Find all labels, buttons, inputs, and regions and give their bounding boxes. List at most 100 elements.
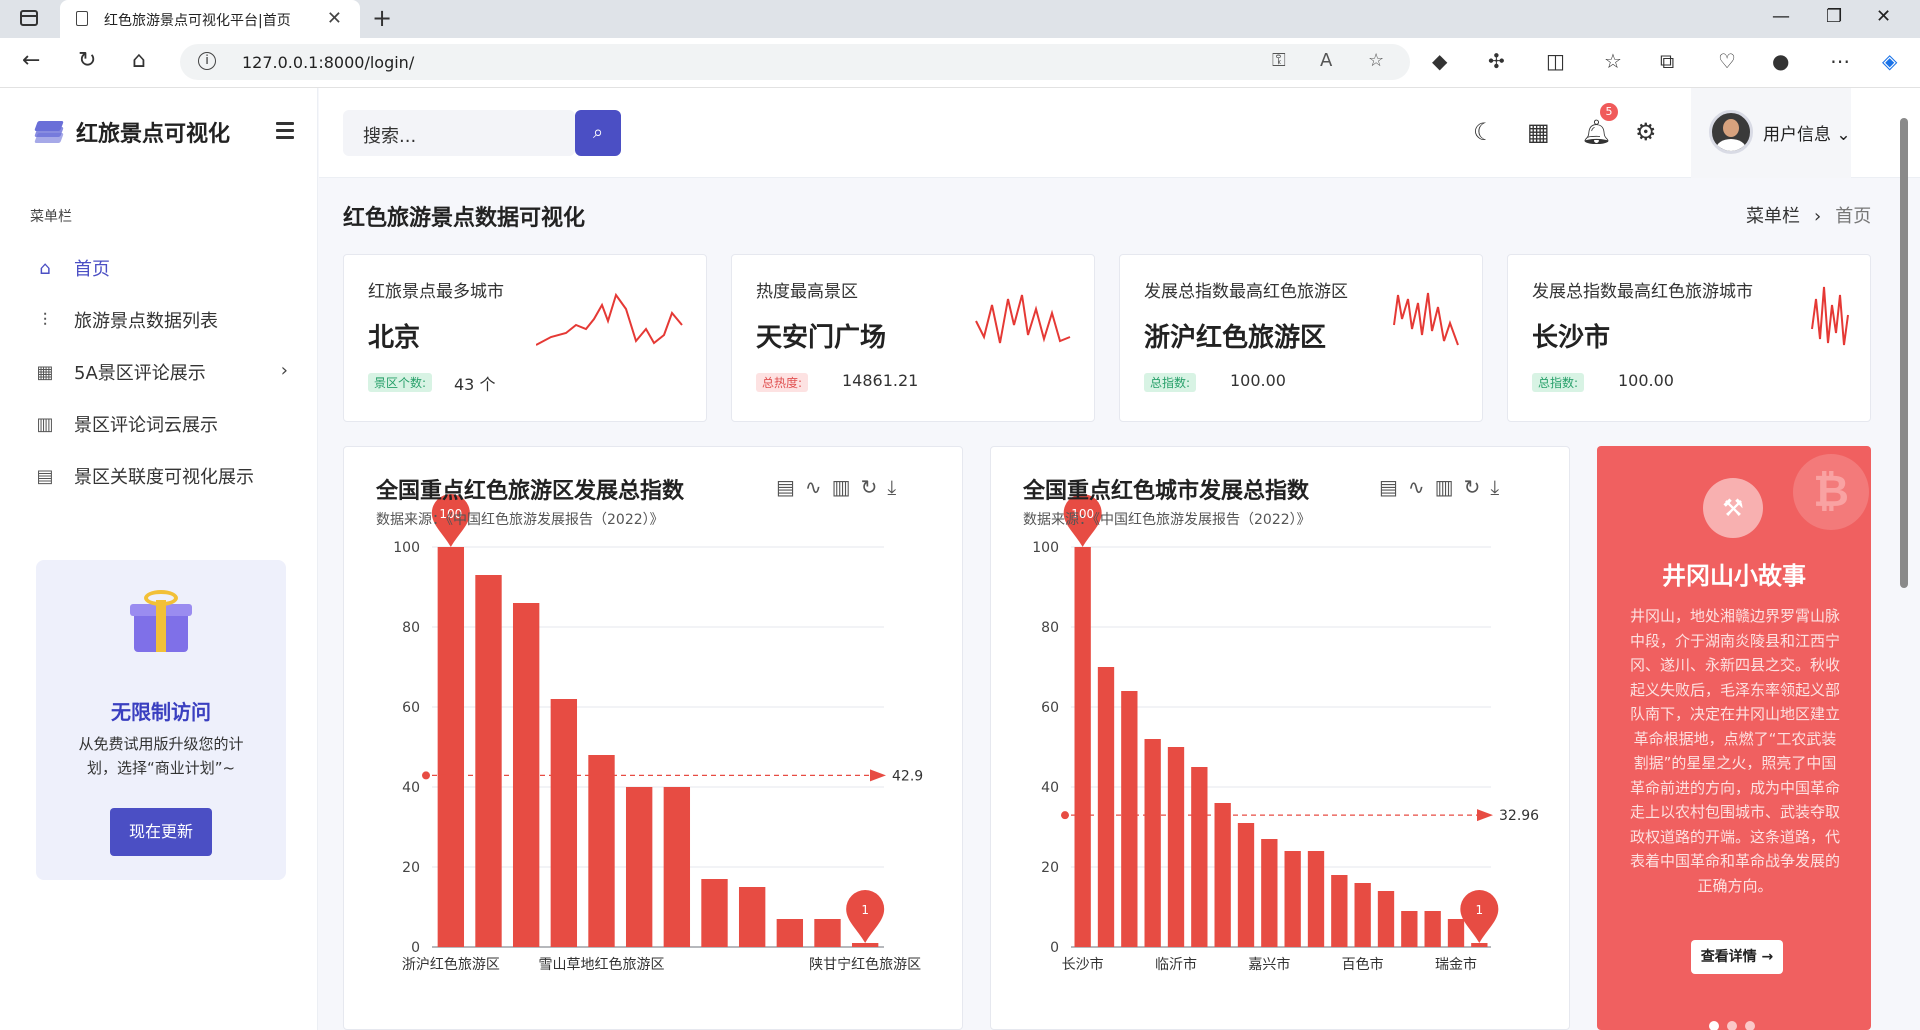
x-tick-label: 临沂市 [1155,956,1197,973]
sliders-icon: ⫶ [42,309,48,331]
bar [1471,943,1488,947]
x-tick-label: 长沙市 [1062,956,1104,973]
sidebar-item-wordcloud[interactable]: ▥ 景区评论词云展示 [0,398,318,450]
minimize-icon[interactable]: — [1772,6,1790,27]
home-browser-icon[interactable]: ⌂ [132,48,146,73]
line-switch-icon[interactable]: ∿ [805,475,832,499]
y-tick-label: 100 [393,540,420,556]
card-label: 发展总指数最高红色旅游城市 [1532,282,1753,302]
view-details-button[interactable]: 查看详情 → [1691,940,1783,974]
sidebar-item-relevance[interactable]: ▤ 景区关联度可视化展示 [0,450,318,502]
bell-icon[interactable]: 🔔︎ [1581,118,1611,146]
copilot-icon[interactable]: ◈ [1882,49,1897,73]
y-tick-label: 60 [402,700,420,716]
sidebar-item-home[interactable]: ⌂ 首页 [0,242,318,294]
bar [701,879,728,947]
key-icon[interactable]: ⚿ [1272,50,1286,71]
back-icon[interactable]: ← [22,48,40,73]
data-view-icon[interactable]: ▤ [1379,475,1408,499]
browser-tab[interactable]: 红色旅游景点可视化平台|首页 ✕ [60,0,360,38]
gavel-icon: ⚒ [1703,478,1763,538]
close-window-icon[interactable]: ✕ [1876,6,1891,27]
y-tick-label: 80 [402,620,420,636]
y-tick-label: 0 [411,940,420,956]
restore-icon[interactable]: ↻ [1464,475,1491,499]
bar-chart-cities: 020406080100长沙市 临沂市 嘉兴市 百色市 瑞金市32.961001 [1032,493,1539,973]
sparkline [1811,286,1849,346]
card-value: 北京 [368,323,421,353]
split-screen-icon[interactable]: ◫ [1546,49,1565,73]
bar [1237,823,1255,947]
chart-subtitle: 数据来源：《中国红色旅游发展报告（2022）》 [376,512,664,528]
sidebar-menu: ⌂ 首页 ⫶ 旅游景点数据列表 ▦ 5A景区评论展示 › ▥ 景区评论词云展示 … [0,242,318,502]
notification-badge: 5 [1600,103,1618,121]
puzzle-icon[interactable]: ✣ [1488,49,1505,73]
bar [625,787,653,947]
chart-subtitle: 数据来源：《中国红色旅游发展报告（2022）》 [1023,512,1311,528]
promo-title: 无限制访问 [111,700,211,724]
url-field[interactable]: i 127.0.0.1:8000/login/ ⚿ A ☆ [180,44,1410,80]
refresh-icon[interactable]: ↻ [78,48,96,73]
bar [1191,767,1208,947]
bar-switch-icon[interactable]: ▥ [832,475,861,499]
sidebar-item-label: 景区评论词云展示 [74,415,218,436]
data-view-icon[interactable]: ▤ [776,475,805,499]
card-number: 100.00 [1230,371,1286,390]
url-text: 127.0.0.1:8000/login/ [242,53,415,72]
min-marker-label: 1 [861,903,869,917]
window-menu-icon[interactable] [20,10,38,26]
performance-icon[interactable]: ♡ [1718,49,1736,73]
x-tick-label: 嘉兴市 [1248,956,1290,973]
search-button[interactable]: ⌕ [575,110,621,156]
map-icon: ▥ [36,413,54,435]
apps-grid-icon[interactable]: ▦ [1527,118,1550,146]
average-line-arrow [870,769,886,782]
sidebar: 红旅景点可视化 菜单栏 ⌂ 首页 ⫶ 旅游景点数据列表 ▦ 5A景区评论展示 ›… [0,88,318,1030]
bar-switch-icon[interactable]: ▥ [1435,475,1464,499]
upgrade-button[interactable]: 现在更新 [110,808,212,856]
new-tab-icon[interactable]: + [372,4,392,32]
sidebar-item-5a-comments[interactable]: ▦ 5A景区评论展示 › [0,346,318,398]
promo-card: 无限制访问 从免费试用版升级您的计划，选择“商业计划”~ 现在更新 [36,560,286,880]
bar [1307,851,1325,947]
bar [1097,667,1115,947]
hamburger-menu-icon[interactable] [276,122,294,143]
avatar [1709,110,1753,154]
read-aloud-icon[interactable]: A [1320,50,1332,71]
more-icon[interactable]: ⋯ [1830,49,1850,73]
sidebar-item-label: 景区关联度可视化展示 [74,467,254,488]
y-tick-label: 40 [402,780,420,796]
maximize-icon[interactable]: ❐ [1826,6,1842,27]
brand[interactable]: 红旅景点可视化 [34,116,230,148]
search-input[interactable]: 搜索... [343,110,575,156]
favorites-icon[interactable]: ☆ [1604,49,1622,73]
extension-icon[interactable]: ◆ [1432,49,1447,73]
bar [738,887,766,947]
download-icon[interactable]: ⤓ [887,475,906,499]
collections-icon[interactable]: ⧉ [1660,49,1674,73]
breadcrumb: 菜单栏 › 首页 [1746,206,1872,227]
site-info-icon[interactable]: i [198,52,216,70]
breadcrumb-current: 首页 [1835,206,1872,227]
carousel-dots[interactable] [1709,1016,1763,1030]
tab-close-icon[interactable]: ✕ [327,8,342,29]
restore-icon[interactable]: ↻ [861,475,888,499]
favorite-star-icon[interactable]: ☆ [1368,50,1384,71]
sidebar-item-data-list[interactable]: ⫶ 旅游景点数据列表 [0,294,318,346]
card-tag: 总指数: [1144,373,1197,392]
chart-panel-regions: 0 20 40 60 80 100 浙沪红色旅游区 雪山草地红色旅游区 陕甘宁红色旅游区 42.9… [343,446,963,1030]
line-switch-icon[interactable]: ∿ [1408,475,1435,499]
y-tick-label: 100 [1032,540,1059,556]
story-title: 井冈山小故事 [1662,562,1806,590]
sidebar-item-label: 首页 [74,259,110,280]
settings-gear-icon[interactable]: ⚙ [1635,118,1657,146]
page-scrollbar[interactable] [1898,98,1910,1018]
bar [1121,691,1138,947]
dark-mode-icon[interactable]: ☾ [1473,118,1495,146]
bar [550,699,578,947]
user-menu[interactable]: 用户信息 ⌄ [1691,88,1851,178]
download-icon[interactable]: ⤓ [1490,475,1509,499]
breadcrumb-menu[interactable]: 菜单栏 [1746,206,1800,227]
promo-description: 从免费试用版升级您的计划，选择“商业计划”~ [78,735,244,777]
profile-icon[interactable]: ● [1772,49,1789,73]
